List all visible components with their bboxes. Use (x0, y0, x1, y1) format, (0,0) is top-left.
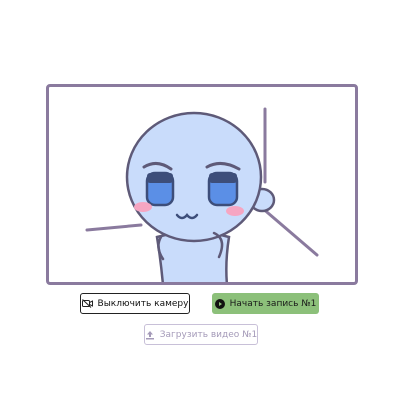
video-preview (46, 84, 358, 285)
right-arm-line (259, 205, 319, 257)
left-eyelid (147, 173, 173, 183)
upload-video-button[interactable]: Загрузить видео №1 (144, 324, 258, 345)
toggle-camera-button[interactable]: Выключить камеру (80, 293, 190, 314)
avatar-illustration (85, 107, 319, 282)
start-recording-label: Начать запись №1 (229, 298, 317, 309)
start-recording-button[interactable]: Начать запись №1 (212, 293, 319, 314)
left-arm-line (85, 223, 143, 232)
camera-off-icon (81, 299, 93, 308)
upload-icon (145, 330, 155, 340)
record-icon (214, 298, 225, 309)
right-cheek (226, 206, 244, 216)
toggle-camera-label: Выключить камеру (97, 298, 189, 309)
upload-video-label: Загрузить видео №1 (159, 329, 258, 340)
page: Выключить камеру Начать запись №1 Загруз… (0, 0, 400, 400)
right-eyelid (209, 173, 237, 183)
left-cheek (134, 202, 152, 212)
